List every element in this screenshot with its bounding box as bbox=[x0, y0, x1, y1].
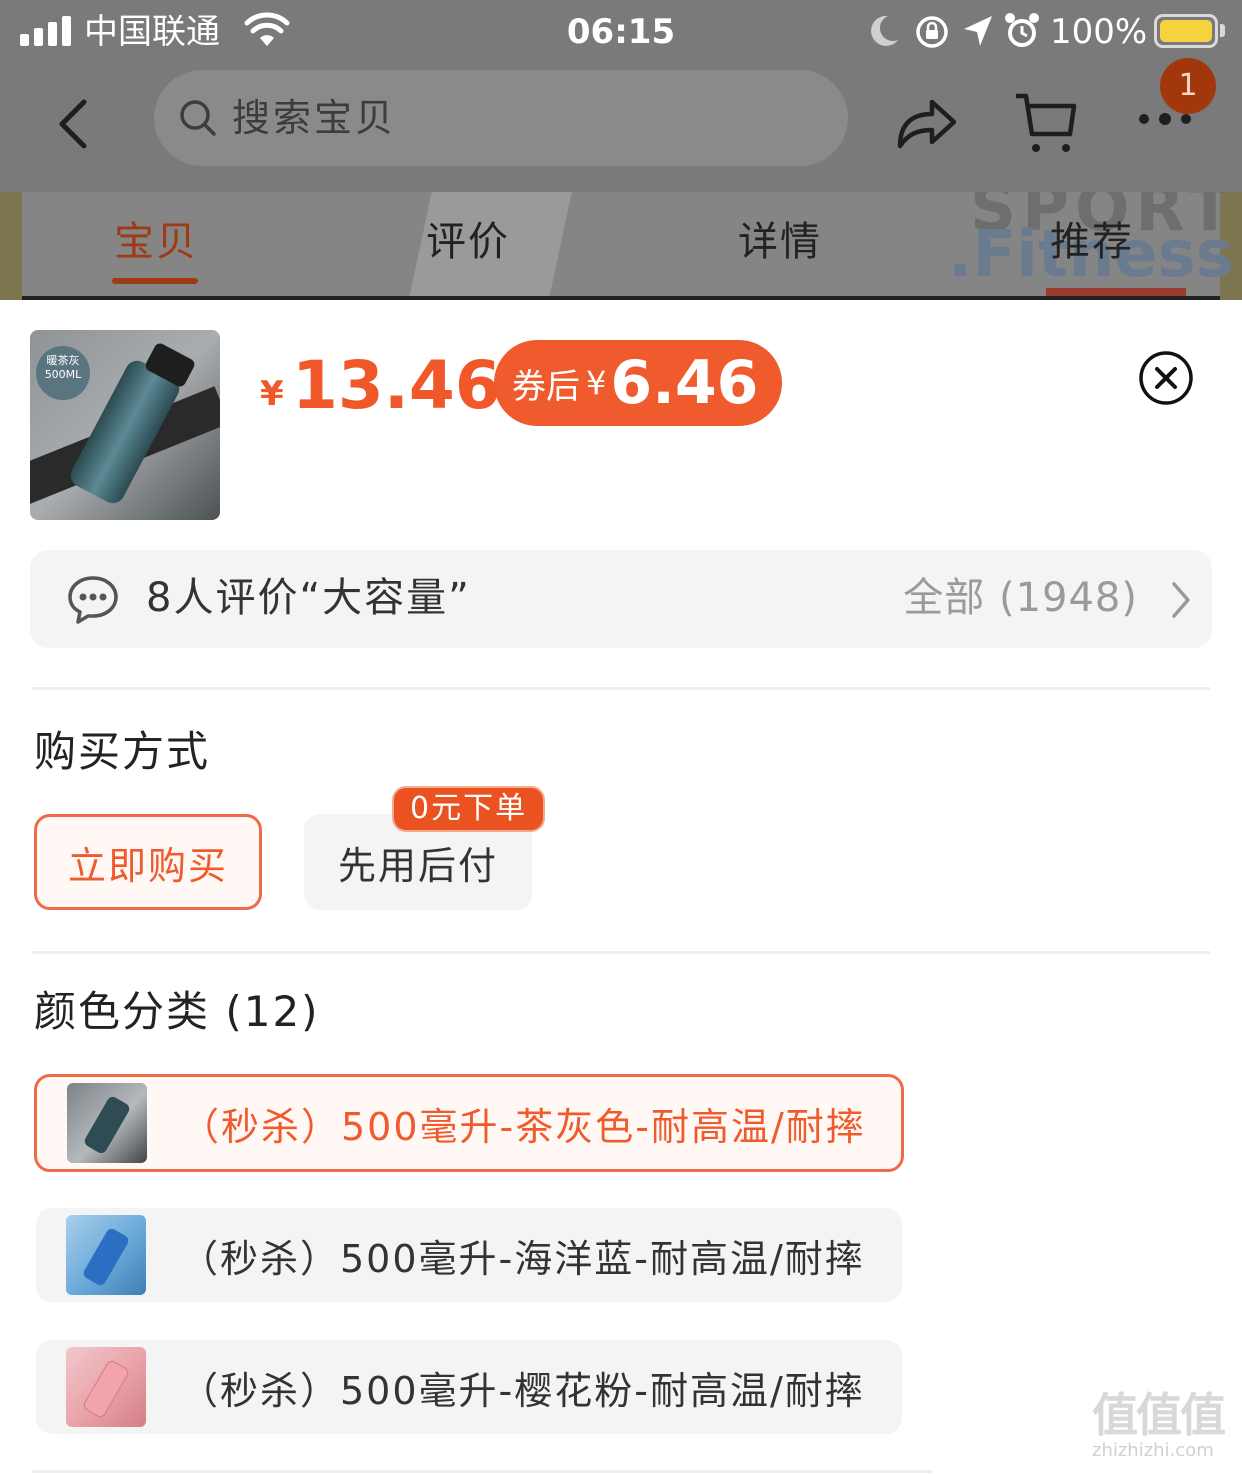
coupon-currency: ¥ bbox=[586, 364, 607, 402]
review-all-count: 全部 (1948) bbox=[903, 575, 1138, 621]
buy-now-option[interactable]: 立即购买 bbox=[34, 814, 262, 910]
watermark-url: zhizhizhi.com bbox=[1092, 1440, 1214, 1461]
share-icon[interactable] bbox=[892, 92, 960, 152]
variant-thumbnail bbox=[66, 1215, 146, 1295]
variant-option-blue[interactable]: （秒杀）500毫升-海洋蓝-耐高温/耐摔 bbox=[36, 1208, 902, 1302]
thumb-tag-line1: 暖茶灰 bbox=[46, 354, 80, 367]
cart-badge: 1 bbox=[1160, 58, 1216, 114]
tab-details[interactable]: 详情 bbox=[700, 214, 860, 270]
variant-label: （秒杀）500毫升-茶灰色-耐高温/耐摔 bbox=[181, 1104, 866, 1149]
chevron-right-icon bbox=[1172, 582, 1190, 618]
variant-thumbnail bbox=[66, 1347, 146, 1427]
divider bbox=[32, 687, 1210, 690]
search-placeholder: 搜索宝贝 bbox=[232, 96, 397, 140]
tab-active-indicator bbox=[112, 278, 198, 284]
battery-cap bbox=[1220, 24, 1225, 37]
variant-option-gray[interactable]: （秒杀）500毫升-茶灰色-耐高温/耐摔 bbox=[34, 1074, 904, 1172]
back-button[interactable] bbox=[50, 96, 100, 152]
sku-sheet: 暖茶灰 500ML ¥ 13.46 券后 ¥ 6.46 8人评价“大容量” 全部… bbox=[0, 300, 1242, 1474]
chat-bubble-icon bbox=[68, 576, 118, 624]
search-input[interactable]: 搜索宝贝 bbox=[154, 70, 848, 166]
divider bbox=[32, 951, 1210, 954]
price-value: 13.46 bbox=[292, 347, 501, 424]
purchase-method-title: 购买方式 bbox=[34, 727, 211, 776]
review-summary-bar[interactable]: 8人评价“大容量” 全部 (1948) bbox=[30, 550, 1212, 648]
coupon-label: 券后 bbox=[512, 366, 580, 407]
close-icon[interactable] bbox=[1138, 350, 1194, 406]
thumb-tag-line2: 500ML bbox=[44, 368, 82, 381]
tab-bar: SPORTS .Fitness 宝贝 评价 详情 推荐 bbox=[0, 192, 1242, 300]
price-currency: ¥ bbox=[260, 374, 284, 414]
cart-icon[interactable] bbox=[1012, 90, 1080, 158]
location-icon bbox=[964, 16, 992, 46]
tab-item[interactable]: 宝贝 bbox=[76, 214, 236, 270]
tab-reviews[interactable]: 评价 bbox=[388, 214, 548, 270]
color-category-title: 颜色分类 (12) bbox=[34, 987, 320, 1036]
product-thumbnail[interactable]: 暖茶灰 500ML bbox=[30, 330, 220, 520]
review-summary-text: 8人评价“大容量” bbox=[146, 575, 471, 621]
divider bbox=[32, 1470, 932, 1473]
rotation-lock-icon bbox=[916, 16, 948, 48]
variant-label: （秒杀）500毫升-海洋蓝-耐高温/耐摔 bbox=[180, 1236, 865, 1281]
moon-icon bbox=[871, 15, 898, 46]
watermark-logo: 值值值 bbox=[1092, 1388, 1226, 1442]
background-page: 中国联通 06:15 100% 搜索宝贝 1 SPORT .Fitness 宝贝… bbox=[0, 0, 1242, 300]
banner-decoration bbox=[0, 192, 22, 300]
site-watermark: 值值值 zhizhizhi.com bbox=[1092, 1390, 1232, 1462]
variant-label: （秒杀）500毫升-樱花粉-耐高温/耐摔 bbox=[180, 1368, 865, 1413]
status-bar: 中国联通 06:15 100% bbox=[0, 0, 1242, 64]
alarm-icon bbox=[1005, 13, 1039, 47]
variant-thumbnail bbox=[67, 1083, 147, 1163]
zero-deposit-badge: 0元下单 bbox=[392, 786, 546, 832]
search-icon bbox=[180, 100, 216, 136]
coupon-price: 6.46 bbox=[610, 348, 759, 418]
app-root: { "status_bar": { "carrier": "中国联通", "ti… bbox=[0, 0, 1242, 1474]
battery-icon bbox=[1154, 14, 1218, 48]
thumb-color-tag: 暖茶灰 500ML bbox=[36, 346, 90, 400]
coupon-price-pill: 券后 ¥ 6.46 bbox=[494, 340, 783, 426]
tab-recommend[interactable]: 推荐 bbox=[1012, 214, 1172, 270]
nav-bar: 搜索宝贝 1 bbox=[0, 58, 1242, 192]
battery-percent: 100% bbox=[1050, 12, 1148, 52]
variant-option-pink[interactable]: （秒杀）500毫升-樱花粉-耐高温/耐摔 bbox=[36, 1340, 902, 1434]
